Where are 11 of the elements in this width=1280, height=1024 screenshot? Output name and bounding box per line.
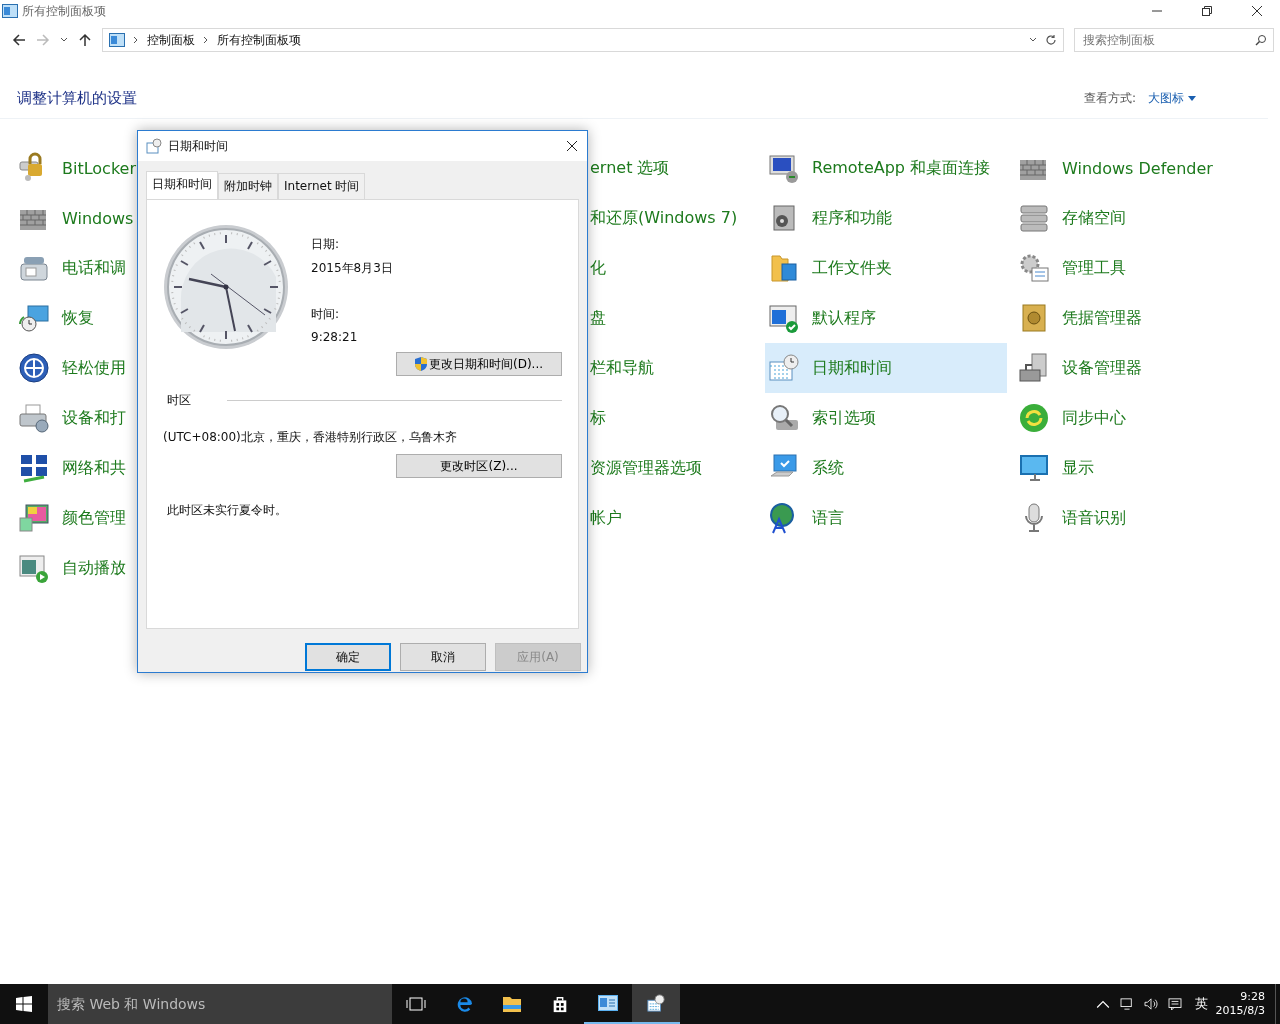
view-by-label: 查看方式: <box>1083 89 1136 107</box>
window-title: 所有控制面板项 <box>22 2 106 20</box>
date-label: 日期: <box>311 236 341 253</box>
group-label: 时区 <box>167 392 191 409</box>
timezone-text: (UTC+08:00)北京，重庆，香港特别行政区，乌鲁木齐 <box>163 429 458 446</box>
date-value: 2015年8月3日 <box>311 260 393 277</box>
time-label: 时间: <box>311 306 341 323</box>
page-heading: 调整计算机的设置 <box>17 88 137 108</box>
time-value: 9:28:21 <box>311 330 359 344</box>
dialog-title: 日期和时间 <box>168 137 228 155</box>
dst-note: 此时区未实行夏令时。 <box>167 502 288 519</box>
